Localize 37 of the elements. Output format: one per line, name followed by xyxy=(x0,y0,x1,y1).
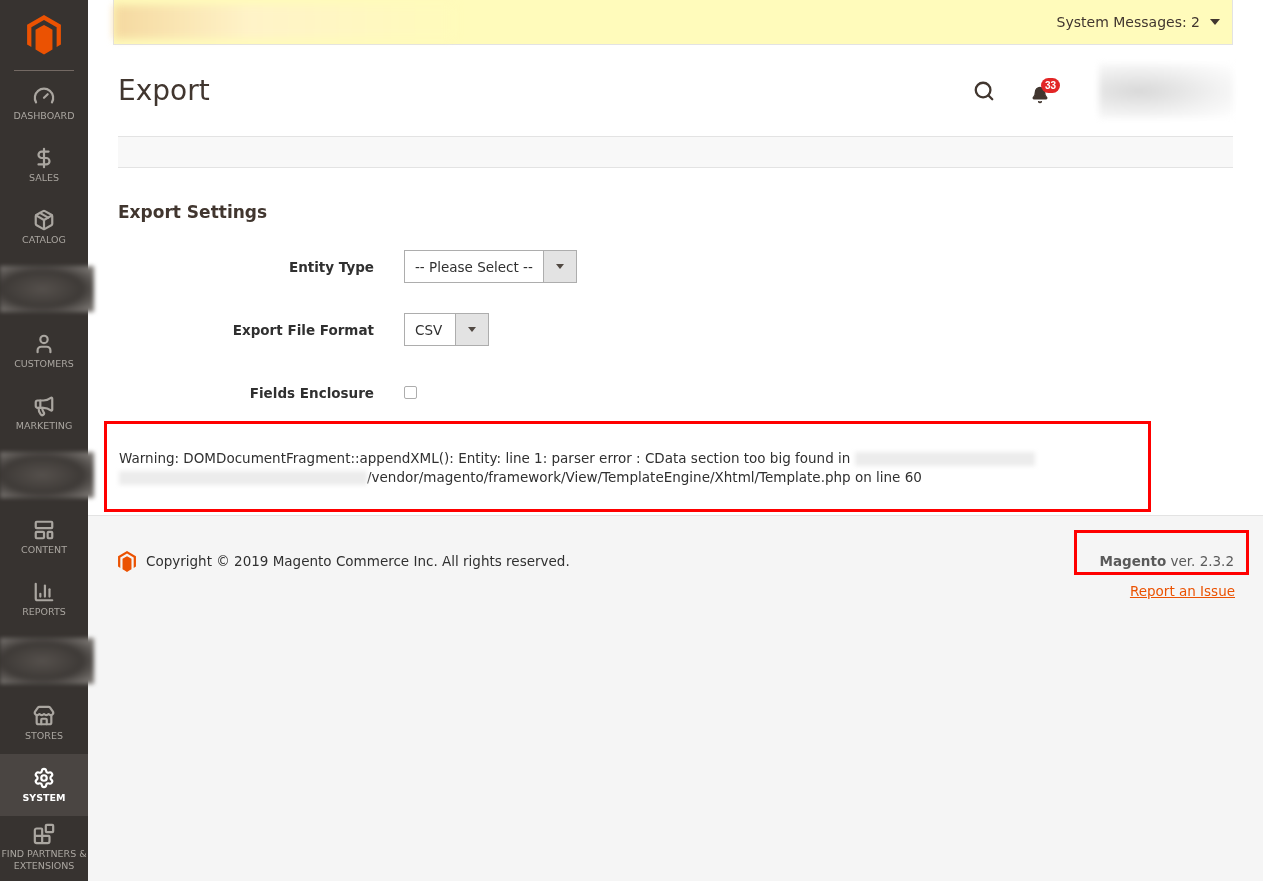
warning-message: Warning: DOMDocumentFragment::appendXML(): Entity: line 1: parser error : CData section too big found in /vendor/magento/framework/View/TemplateEngine/Xhtml/Template.php on line 60 xyxy=(119,449,1136,487)
notifications-button[interactable]: 33 xyxy=(1031,77,1061,104)
logo-icon xyxy=(118,551,136,572)
person-icon xyxy=(33,332,55,355)
sidebar-item[interactable]: REPORTS xyxy=(0,568,88,630)
sidebar-item[interactable]: STORES xyxy=(0,692,88,754)
report-issue-link[interactable]: Report an Issue xyxy=(1129,583,1235,599)
version-text: Magento ver. 2.3.2 xyxy=(1099,553,1234,569)
notification-count: 33 xyxy=(1041,77,1061,93)
copyright-text: Copyright © 2019 Magento Commerce Inc. All rights reserved. xyxy=(146,553,570,570)
field-label: Export File Format xyxy=(231,321,374,338)
bar-chart-icon xyxy=(33,580,55,603)
sidebar-item[interactable]: FIND PARTNERS & EXTENSIONS xyxy=(0,816,88,878)
select-field[interactable]: -- Please Select -- xyxy=(404,250,577,283)
sidebar-item[interactable]: CATALOG xyxy=(0,196,88,258)
system-messages-toggle[interactable]: System Messages: 2 xyxy=(1056,14,1220,30)
megaphone-icon xyxy=(33,394,55,417)
layout-icon xyxy=(33,518,55,541)
logo-icon xyxy=(27,15,61,55)
sidebar-item[interactable]: CUSTOMERS xyxy=(0,320,88,382)
brick-icon xyxy=(33,822,55,845)
field-label: Fields Enclosure xyxy=(248,384,374,401)
store-icon xyxy=(33,704,55,727)
search-button[interactable] xyxy=(973,79,995,102)
box-icon xyxy=(33,208,55,231)
sidebar-item[interactable]: DASHBOARD xyxy=(0,72,88,134)
section-title: Export Settings xyxy=(118,202,269,222)
caret-icon xyxy=(1210,19,1220,25)
select-field[interactable]: CSV xyxy=(404,313,489,346)
sidebar-item[interactable]: SYSTEM xyxy=(0,754,88,816)
sidebar-item[interactable]: CONTENT xyxy=(0,506,88,568)
sidebar-item[interactable]: SALES xyxy=(0,134,88,196)
page-title: Export xyxy=(118,74,210,107)
checkbox[interactable] xyxy=(404,386,417,399)
settings-icon xyxy=(33,766,55,789)
field-label: Entity Type xyxy=(287,258,374,275)
sidebar-item[interactable]: MARKETING xyxy=(0,382,88,444)
